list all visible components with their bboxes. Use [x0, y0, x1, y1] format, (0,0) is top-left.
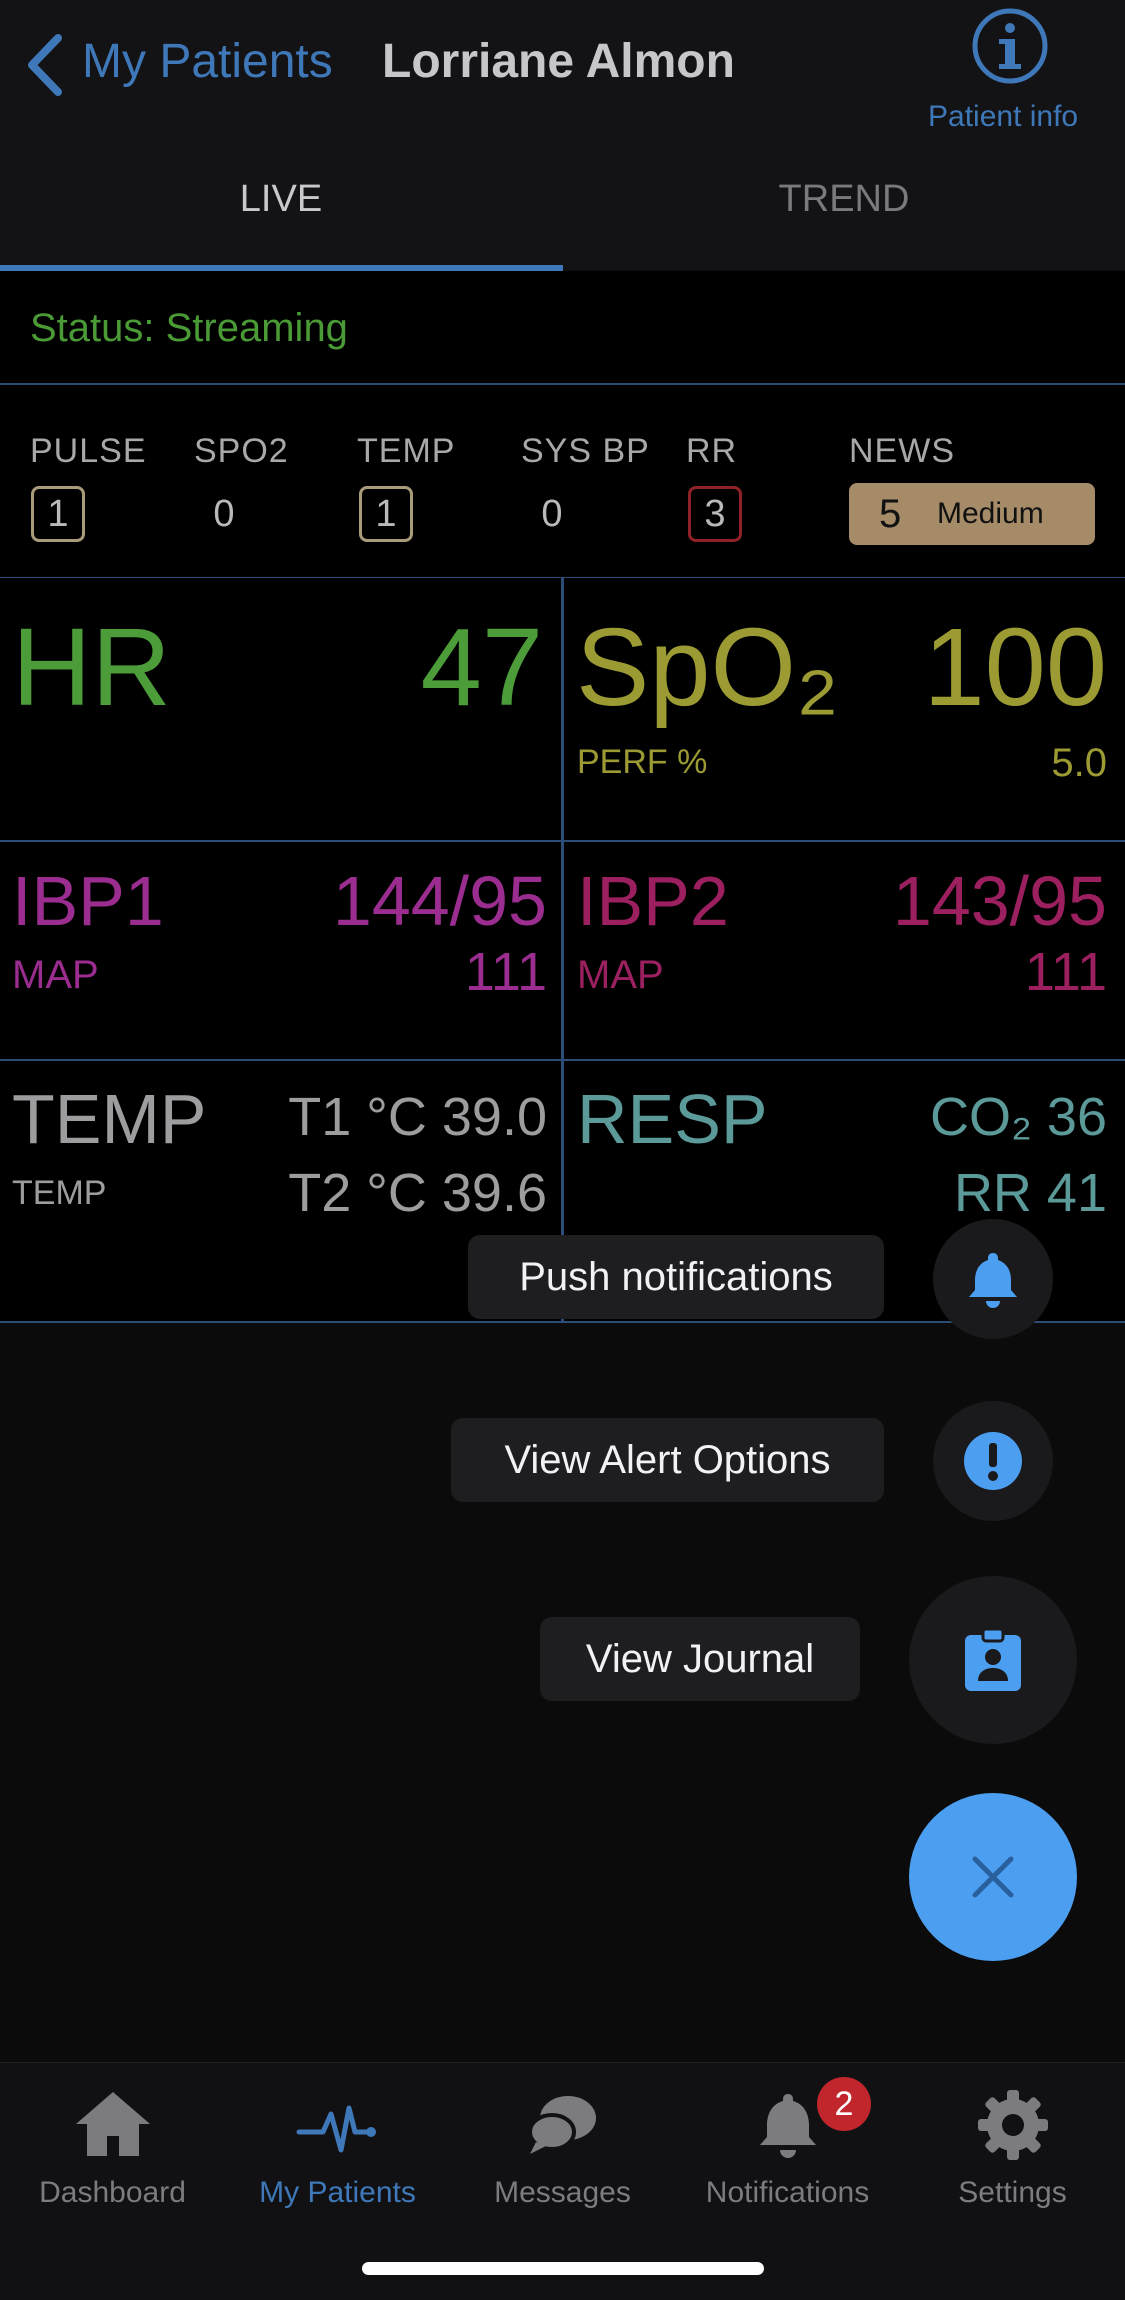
score-label-temp: TEMP [357, 432, 456, 470]
chat-icon [527, 2096, 596, 2154]
score-value-temp: 1 [359, 486, 413, 542]
push-notifications-label[interactable]: Push notifications [468, 1235, 884, 1319]
score-label-sysbp: SYS BP [521, 432, 650, 470]
gear-icon [977, 2090, 1048, 2160]
tab-trend[interactable]: TREND [563, 178, 1125, 221]
grid-divider-vertical [561, 578, 564, 1322]
view-journal-label[interactable]: View Journal [540, 1617, 860, 1701]
pulse-icon [296, 2105, 376, 2153]
ibp1-label: IBP1 [12, 862, 164, 940]
co2-value: CO₂ 36 [929, 1087, 1107, 1147]
ibp2-value: 143/95 [892, 862, 1107, 940]
home-indicator[interactable] [362, 2262, 764, 2275]
ibp2-map-value: 111 [1024, 942, 1107, 1002]
push-notifications-button[interactable] [933, 1219, 1053, 1339]
tabbar-item-settings[interactable]: Settings [900, 2080, 1125, 2210]
spo2-value: 100 [923, 606, 1107, 729]
view-alert-options-button[interactable] [933, 1401, 1053, 1521]
bell-icon [969, 1253, 1017, 1308]
tabbar-label: My Patients [259, 2176, 416, 2209]
tabbar-label: Notifications [705, 2176, 870, 2209]
temp-label: TEMP [12, 1080, 207, 1158]
chevron-left-icon[interactable] [22, 30, 66, 100]
tab-live[interactable]: LIVE [0, 178, 562, 221]
tabbar-item-my-patients[interactable]: My Patients [225, 2080, 450, 2210]
ibp1-map-value: 111 [464, 942, 547, 1002]
view-alert-options-label[interactable]: View Alert Options [451, 1418, 884, 1502]
rr-value: RR 41 [953, 1163, 1107, 1223]
perf-value: 5.0 [1051, 741, 1107, 785]
news-score-value: 5 [879, 491, 902, 536]
back-button-label[interactable]: My Patients [82, 34, 333, 89]
tabbar-label: Settings [958, 2176, 1067, 2209]
hr-value: 47 [420, 606, 543, 729]
close-menu-button[interactable] [909, 1793, 1077, 1961]
score-label-news: NEWS [849, 432, 955, 470]
perf-label: PERF % [577, 743, 708, 781]
tabbar-label: Dashboard [39, 2176, 186, 2209]
ibp2-map-label: MAP [577, 953, 664, 997]
ibp1-map-label: MAP [12, 953, 99, 997]
resp-label: RESP [577, 1080, 768, 1158]
home-icon [75, 2092, 150, 2156]
temp-sub-label: TEMP [12, 1174, 107, 1212]
score-value-pulse: 1 [31, 486, 85, 542]
alert-circle-icon [964, 1432, 1022, 1490]
tabbar-item-dashboard[interactable]: Dashboard [0, 2080, 225, 2210]
temp-t2-value: T2 °C 39.6 [288, 1163, 547, 1223]
clipboard-user-icon [965, 1627, 1021, 1691]
notifications-badge: 2 [817, 2077, 871, 2131]
score-value-rr: 3 [688, 486, 742, 542]
view-journal-button[interactable] [909, 1576, 1077, 1744]
spo2-label: SpO₂ [576, 606, 839, 729]
ibp1-value: 144/95 [332, 862, 547, 940]
early-warning-scores [0, 385, 1125, 579]
status-text: Status: Streaming [30, 306, 348, 350]
score-label-pulse: PULSE [30, 432, 147, 470]
temp-t1-value: T1 °C 39.0 [288, 1087, 547, 1147]
score-label-spo2: SPO2 [194, 432, 289, 470]
score-value-sysbp: 0 [541, 492, 563, 535]
news-score-badge: 5 Medium [849, 483, 1095, 545]
info-icon[interactable] [970, 6, 1050, 86]
ibp2-label: IBP2 [577, 862, 729, 940]
news-score-level: Medium [937, 497, 1044, 530]
close-icon [972, 1856, 1014, 1898]
patient-info-label[interactable]: Patient info [928, 100, 1078, 134]
hr-label: HR [12, 606, 171, 729]
score-value-spo2: 0 [213, 492, 235, 535]
tabbar-label: Messages [494, 2176, 631, 2209]
tabbar-item-messages[interactable]: Messages [450, 2080, 675, 2210]
score-label-rr: RR [686, 432, 738, 470]
patient-name: Lorriane Almon [382, 35, 735, 88]
